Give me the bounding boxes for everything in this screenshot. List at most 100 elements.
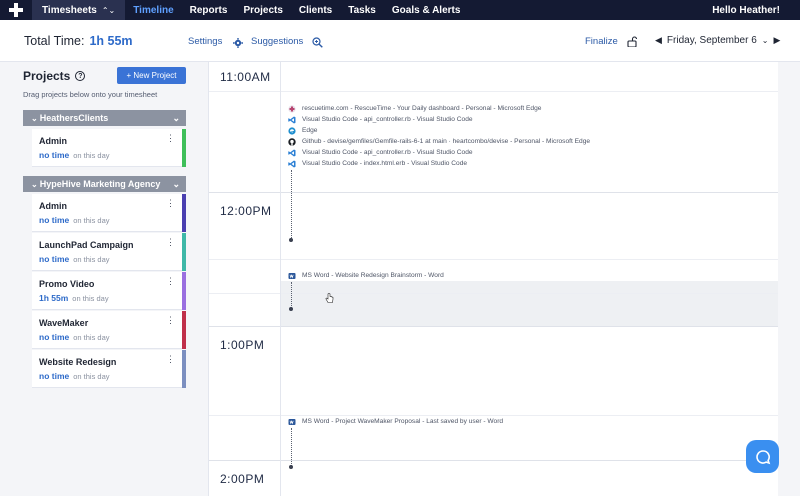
prev-day-arrow-icon[interactable]: ◀ [655, 35, 662, 46]
timesheet-header: Total Time: 1h 55m Settings Suggestions F… [0, 20, 800, 62]
hour-label: 12:00PM [220, 204, 272, 218]
rescuetime-logo-icon[interactable] [0, 0, 32, 20]
chat-support-icon[interactable] [746, 440, 779, 473]
activity-text: Edge [302, 127, 318, 134]
project-time: 1h 55m [39, 293, 69, 303]
on-this-day-label: on this day [73, 151, 110, 160]
project-card-admin-heathersclients[interactable]: Admin no time on this day ⋮ [32, 129, 186, 167]
project-card-admin-hypehive[interactable]: Admin no time on this day ⋮ [32, 194, 186, 232]
project-name: Website Redesign [39, 357, 117, 367]
timesheets-menu[interactable]: Timesheets ⌃⌄ [32, 0, 126, 20]
chevron-down-icon: ⌄ [31, 179, 38, 189]
total-time-value: 1h 55m [89, 34, 133, 48]
client-group-heathersclients[interactable]: ⌄ HeathersClients ⌄ [23, 110, 186, 126]
new-project-button[interactable]: + New Project [117, 67, 186, 84]
project-name: LaunchPad Campaign [39, 240, 134, 250]
vscode-icon [288, 149, 296, 157]
activity-entry[interactable]: Edge [288, 125, 317, 136]
logged-time-block[interactable] [281, 281, 778, 326]
project-color-strip [182, 129, 186, 167]
github-icon [288, 137, 296, 146]
project-color-strip [182, 194, 186, 232]
vscode-icon [288, 116, 296, 124]
date-dropdown-chevron-icon[interactable]: ⌄ [762, 36, 769, 45]
activity-entry[interactable]: Github - devise/gemfiles/Gemfile-rails-6… [288, 136, 590, 147]
activity-entry[interactable]: Visual Studio Code - index.html.erb - Vi… [288, 158, 467, 169]
collapse-chevron-icon[interactable]: ⌄ [172, 113, 180, 124]
more-options-icon[interactable]: ⋮ [166, 354, 175, 365]
projects-heading: Projects ? [23, 69, 86, 83]
nav-reports[interactable]: Reports [182, 0, 236, 20]
on-this-day-label: on this day [72, 294, 109, 303]
activity-text: rescuetime.com - RescueTime - Your Daily… [302, 105, 542, 112]
hand-cursor-icon [325, 291, 334, 303]
timesheets-label: Timesheets [42, 4, 97, 16]
projects-title: Projects [23, 69, 71, 83]
activity-entry[interactable]: MS Word - Website Redesign Brainstorm - … [288, 270, 444, 281]
activity-connector [291, 282, 292, 308]
time-column-divider [280, 62, 281, 496]
hour-gridline [209, 326, 778, 327]
selected-date: Friday, September 6 [666, 35, 757, 46]
suggestions-link[interactable]: Suggestions [251, 36, 303, 47]
nav-timeline[interactable]: Timeline [125, 0, 181, 20]
time-gridline [209, 259, 778, 260]
activity-end-dot [289, 465, 293, 469]
gear-icon[interactable] [233, 35, 243, 53]
client-group-label: HypeHive Marketing Agency [39, 179, 161, 189]
activity-text: Visual Studio Code - api_controller.rb -… [302, 149, 473, 156]
collapse-chevron-icon[interactable]: ⌄ [172, 179, 180, 190]
finalize-link[interactable]: Finalize [585, 36, 618, 47]
hour-gridline [209, 192, 778, 193]
zoom-search-icon[interactable] [312, 35, 323, 53]
project-time: no time [39, 150, 70, 160]
project-time: no time [39, 215, 70, 225]
settings-link[interactable]: Settings [188, 36, 222, 47]
activity-entry[interactable]: Visual Studio Code - api_controller.rb -… [288, 114, 473, 125]
hour-gridline [209, 460, 778, 461]
activity-text: Github - devise/gemfiles/Gemfile-rails-6… [302, 138, 591, 145]
nav-clients[interactable]: Clients [291, 0, 340, 20]
nav-goals-alerts[interactable]: Goals & Alerts [384, 0, 469, 20]
nav-projects[interactable]: Projects [235, 0, 290, 20]
next-day-arrow-icon[interactable]: ▶ [773, 35, 780, 46]
activity-entry[interactable]: Visual Studio Code - api_controller.rb -… [288, 147, 473, 158]
project-name: Admin [39, 201, 67, 211]
nav-tasks[interactable]: Tasks [340, 0, 384, 20]
project-color-strip [182, 350, 186, 388]
project-color-strip [182, 233, 186, 271]
project-card-wavemaker[interactable]: WaveMaker no time on this day ⋮ [32, 311, 186, 349]
project-time: no time [39, 332, 70, 342]
more-options-icon[interactable]: ⋮ [166, 198, 175, 209]
date-selector[interactable]: ◀ Friday, September 6 ⌄ ▶ [655, 35, 780, 46]
activity-text: Visual Studio Code - api_controller.rb -… [302, 116, 473, 123]
activity-entry[interactable]: MS Word - Project WaveMaker Proposal - L… [288, 416, 503, 427]
activity-entry[interactable]: rescuetime.com - RescueTime - Your Daily… [288, 103, 541, 114]
hour-label: 11:00AM [220, 70, 271, 84]
timeline-grid[interactable]: 11:00AM 12:00PM 1:00PM 2:00PM rescuetime… [208, 62, 778, 496]
more-options-icon[interactable]: ⋮ [166, 133, 175, 144]
total-time-label: Total Time: [24, 34, 85, 48]
top-navigation: Timesheets ⌃⌄ Timeline Reports Projects … [0, 0, 800, 20]
projects-panel: Projects ? + New Project Drag projects b… [0, 62, 208, 496]
project-time: no time [39, 254, 70, 264]
help-question-icon[interactable]: ? [75, 71, 86, 81]
client-group-hypehive[interactable]: ⌄ HypeHive Marketing Agency ⌄ [23, 176, 186, 192]
on-this-day-label: on this day [73, 372, 110, 381]
more-options-icon[interactable]: ⋮ [166, 315, 175, 326]
client-group-label: HeathersClients [39, 113, 109, 123]
hour-label: 2:00PM [220, 472, 265, 486]
user-greeting-menu[interactable]: Hello Heather! [712, 5, 780, 16]
more-options-icon[interactable]: ⋮ [166, 237, 175, 248]
unlock-icon[interactable] [627, 34, 638, 52]
project-card-launchpad-campaign[interactable]: LaunchPad Campaign no time on this day ⋮ [32, 233, 186, 271]
vscode-icon [288, 160, 296, 168]
hour-label: 1:00PM [220, 338, 265, 352]
more-options-icon[interactable]: ⋮ [166, 276, 175, 287]
project-name: WaveMaker [39, 318, 89, 328]
project-card-website-redesign[interactable]: Website Redesign no time on this day ⋮ [32, 350, 186, 388]
activity-end-dot [289, 238, 293, 242]
project-card-promo-video[interactable]: Promo Video 1h 55m on this day ⋮ [32, 272, 186, 310]
time-gridline [209, 293, 778, 294]
drag-hint-text: Drag projects below onto your timesheet [23, 90, 158, 99]
